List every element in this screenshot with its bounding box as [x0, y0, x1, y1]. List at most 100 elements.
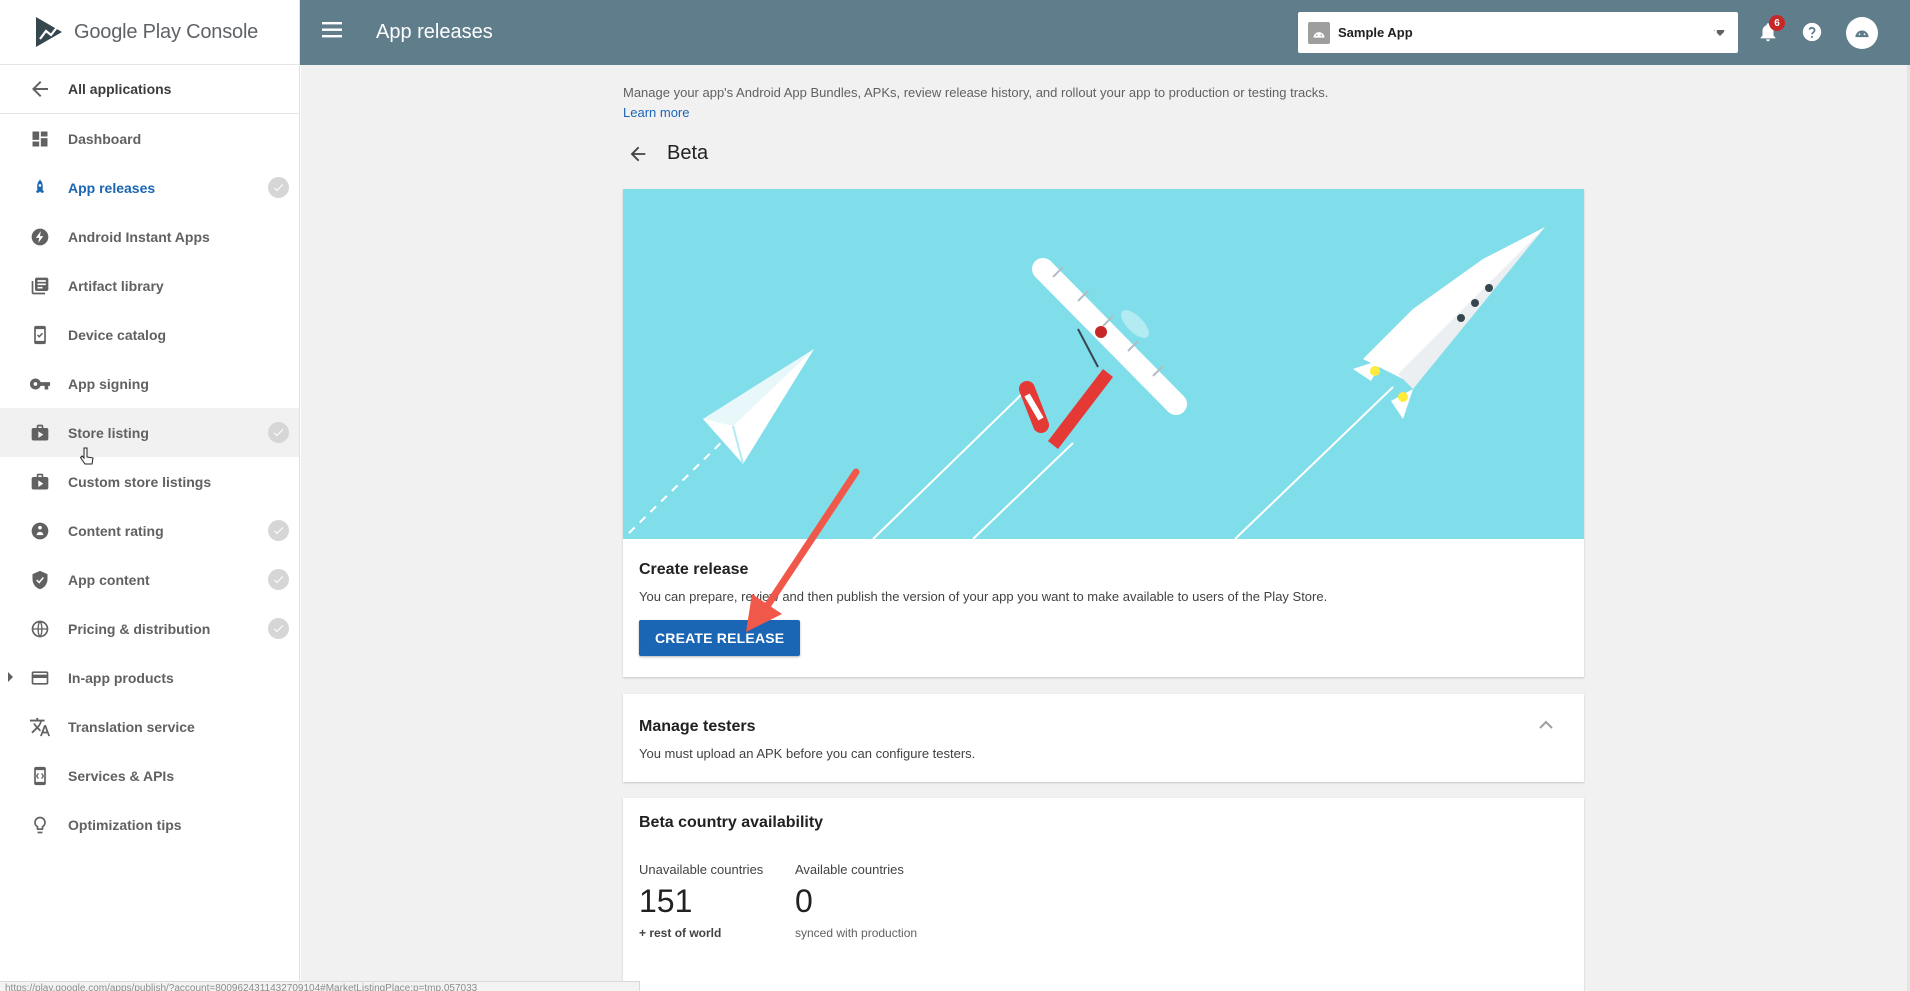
main-content: Manage your app's Android App Bundles, A…	[301, 65, 1907, 991]
manage-testers-card: Manage testers You must upload an APK be…	[623, 694, 1584, 782]
sidebar-item-artifact-library[interactable]: Artifact library	[0, 261, 299, 310]
stat-value: 0	[795, 883, 813, 919]
all-applications-link[interactable]: All applications	[0, 65, 299, 114]
sidebar-item-dashboard[interactable]: Dashboard	[0, 114, 299, 163]
stat-sub: + rest of world	[639, 926, 722, 940]
sidebar-item-label: App content	[68, 571, 150, 588]
intro-text-block: Manage your app's Android App Bundles, A…	[623, 83, 1328, 123]
page-title: App releases	[376, 21, 493, 43]
stat-label: Available countries	[795, 862, 904, 877]
arrow-back-icon[interactable]	[627, 143, 649, 165]
notifications-icon[interactable]: 6	[1755, 15, 1785, 45]
mouse-cursor-icon	[79, 447, 94, 465]
sidebar-item-content-rating[interactable]: Content rating	[0, 506, 299, 555]
sidebar-item-label: In-app products	[68, 669, 174, 686]
key-icon	[28, 372, 52, 396]
rating-icon	[28, 519, 52, 543]
sidebar-item-label: Services & APIs	[68, 767, 175, 784]
android-avatar-icon	[1855, 30, 1869, 38]
sidebar-item-label: Translation service	[68, 718, 195, 735]
api-icon	[28, 764, 52, 788]
arrow-back-icon	[32, 81, 48, 97]
sidebar-item-optimization-tips[interactable]: Optimization tips	[0, 800, 299, 849]
stat-value: 151	[639, 883, 693, 919]
create-release-card: Create release You can prepare, review a…	[623, 189, 1584, 677]
status-bar-url: https://play.google.com/apps/publish/?ac…	[0, 981, 640, 991]
sidebar-item-translation-service[interactable]: Translation service	[0, 702, 299, 751]
sidebar-item-app-signing[interactable]: App signing	[0, 359, 299, 408]
country-stats: Unavailable countries 151 + rest of worl…	[639, 862, 1568, 940]
play-console-logo-icon	[36, 17, 62, 47]
sidebar-item-android-instant-apps[interactable]: Android Instant Apps	[0, 212, 299, 261]
shield-icon	[28, 568, 52, 592]
bolt-icon	[28, 225, 52, 249]
check-icon	[268, 520, 289, 541]
sidebar-item-device-catalog[interactable]: Device catalog	[0, 310, 299, 359]
device-icon	[28, 323, 52, 347]
hamburger-menu-icon[interactable]	[322, 21, 348, 44]
translate-icon	[28, 715, 52, 739]
sidebar-item-label: Artifact library	[68, 277, 164, 294]
library-icon	[28, 274, 52, 298]
sidebar-item-label: Pricing & distribution	[68, 620, 211, 637]
sidebar-item-label: App releases	[68, 179, 156, 196]
all-applications-label: All applications	[68, 81, 172, 97]
sidebar-item-label: Device catalog	[68, 326, 167, 343]
sidebar-item-label: Dashboard	[68, 130, 142, 147]
available-countries-stat: Available countries 0 synced with produc…	[795, 862, 917, 940]
notification-count-badge: 6	[1769, 15, 1785, 31]
card-icon	[28, 666, 52, 690]
top-app-bar: App releases Sample App 6	[300, 0, 1910, 65]
stat-sub: synced with production	[795, 926, 918, 940]
sidebar-item-app-releases[interactable]: App releases	[0, 163, 299, 212]
sidebar-item-label: Custom store listings	[68, 473, 212, 490]
annotation-arrow-icon	[746, 468, 860, 632]
sidebar: Google Play Console All applications Das…	[0, 0, 300, 991]
sidebar-nav: Dashboard App releases Android Instant A…	[0, 114, 299, 849]
intro-description: Manage your app's Android App Bundles, A…	[623, 85, 1329, 100]
biplane-icon	[1019, 258, 1187, 449]
sidebar-item-label: Optimization tips	[68, 816, 182, 833]
sidebar-item-app-content[interactable]: App content	[0, 555, 299, 604]
globe-icon	[28, 617, 52, 641]
paper-plane-icon	[703, 349, 814, 465]
rocket-illustration-icon	[1353, 227, 1545, 419]
country-availability-title: Beta country availability	[639, 814, 824, 831]
check-icon	[268, 569, 289, 590]
learn-more-link[interactable]: Learn more	[623, 103, 1328, 123]
stat-label: Unavailable countries	[639, 862, 764, 877]
rocket-icon	[28, 176, 52, 200]
sidebar-item-custom-store-listings[interactable]: Custom store listings	[0, 457, 299, 506]
track-header: Beta	[627, 142, 708, 165]
check-icon	[268, 422, 289, 443]
sidebar-item-label: App signing	[68, 375, 149, 392]
store-icon	[28, 421, 52, 445]
expand-arrow-icon[interactable]	[8, 672, 13, 682]
app-selector-label: Sample App	[1338, 25, 1413, 40]
sidebar-item-label: Store listing	[68, 424, 149, 441]
chevron-up-icon[interactable]	[1538, 718, 1554, 736]
check-icon	[268, 618, 289, 639]
sidebar-item-label: Content rating	[68, 522, 164, 539]
bulb-icon	[28, 813, 52, 837]
info-icon[interactable]	[1712, 19, 1738, 45]
sidebar-item-services-apis[interactable]: Services & APIs	[0, 751, 299, 800]
country-availability-card: Beta country availability Unavailable co…	[623, 798, 1584, 991]
check-icon	[268, 177, 289, 198]
logo[interactable]: Google Play Console	[0, 0, 299, 65]
android-app-icon	[1308, 21, 1330, 44]
account-avatar[interactable]	[1846, 17, 1878, 49]
unavailable-countries-stat: Unavailable countries 151 + rest of worl…	[639, 862, 795, 940]
manage-testers-title: Manage testers	[639, 718, 756, 735]
manage-testers-text: You must upload an APK before you can co…	[639, 746, 976, 761]
track-title: Beta	[667, 142, 709, 164]
help-icon[interactable]	[1799, 19, 1825, 45]
sidebar-item-label: Android Instant Apps	[68, 228, 210, 245]
sidebar-item-store-listing[interactable]: Store listing	[0, 408, 299, 457]
sidebar-item-in-app-products[interactable]: In-app products	[0, 653, 299, 702]
sidebar-item-pricing-distribution[interactable]: Pricing & distribution	[0, 604, 299, 653]
logo-text: Google Play Console	[74, 20, 259, 43]
app-selector-dropdown[interactable]: Sample App	[1298, 12, 1738, 53]
store-icon	[28, 470, 52, 494]
dashboard-icon	[28, 127, 52, 151]
